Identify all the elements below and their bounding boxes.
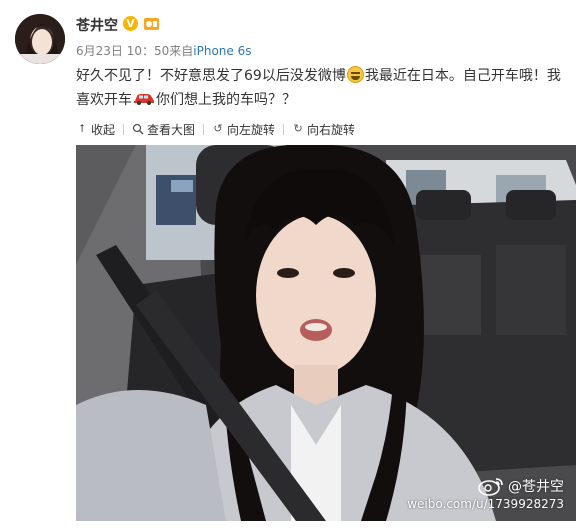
post-text-part1: 好久不见了！不好意思发了69以后没发微博: [76, 68, 346, 84]
device-link[interactable]: iPhone 6s: [193, 44, 251, 58]
rotate-left-label: 向左旋转: [227, 122, 276, 137]
magnifier-icon: [132, 123, 144, 135]
view-large-label: 查看大图: [147, 122, 196, 137]
rotate-right-icon: ↻: [293, 122, 303, 135]
collapse-label: 收起: [91, 122, 116, 137]
rotate-left-button[interactable]: ↺ 向左旋转: [212, 121, 275, 138]
toolbar-divider: [283, 123, 285, 135]
weibo-logo-icon: [478, 476, 504, 496]
red-car-emoji-icon: [133, 92, 155, 105]
post-photo[interactable]: @苍井空 weibo.com/u/1739928273: [76, 145, 576, 521]
watermark-handle: @苍井空: [508, 479, 564, 495]
image-toolbar: ⭡ 收起 查看大图 ↺ 向左旋转 ↻ 向右旋转: [76, 120, 355, 138]
toolbar-divider: [123, 123, 125, 135]
collapse-button[interactable]: ⭡ 收起: [76, 121, 115, 138]
source-prefix: 来自: [169, 44, 194, 58]
watermark-url: weibo.com/u/1739928273: [407, 497, 564, 511]
post-text: 好久不见了！不好意思发了69以后没发微博 我最近在日本。自己开车哦！我喜欢开车 你们…: [76, 64, 574, 112]
toolbar-divider: [203, 123, 205, 135]
medal-icon[interactable]: [143, 16, 160, 31]
username[interactable]: 苍井空: [76, 15, 118, 35]
avatar[interactable]: [15, 14, 65, 64]
rotate-right-button[interactable]: ↻ 向右旋转: [292, 121, 355, 138]
view-large-button[interactable]: 查看大图: [132, 121, 195, 138]
arrow-up-icon: ⭡: [79, 122, 85, 135]
post-meta: 6月23日 10：50来自iPhone 6s: [76, 42, 252, 59]
verified-badge-icon[interactable]: V: [123, 16, 138, 31]
rotate-left-icon: ↺: [213, 122, 223, 135]
post-date[interactable]: 6月23日 10：50: [76, 44, 169, 58]
laughing-emoji-icon: [346, 66, 364, 83]
weibo-watermark: @苍井空 weibo.com/u/1739928273: [407, 476, 564, 511]
rotate-right-label: 向右旋转: [307, 122, 356, 137]
post-text-part3: 你们想上我的车吗？？: [156, 92, 296, 108]
